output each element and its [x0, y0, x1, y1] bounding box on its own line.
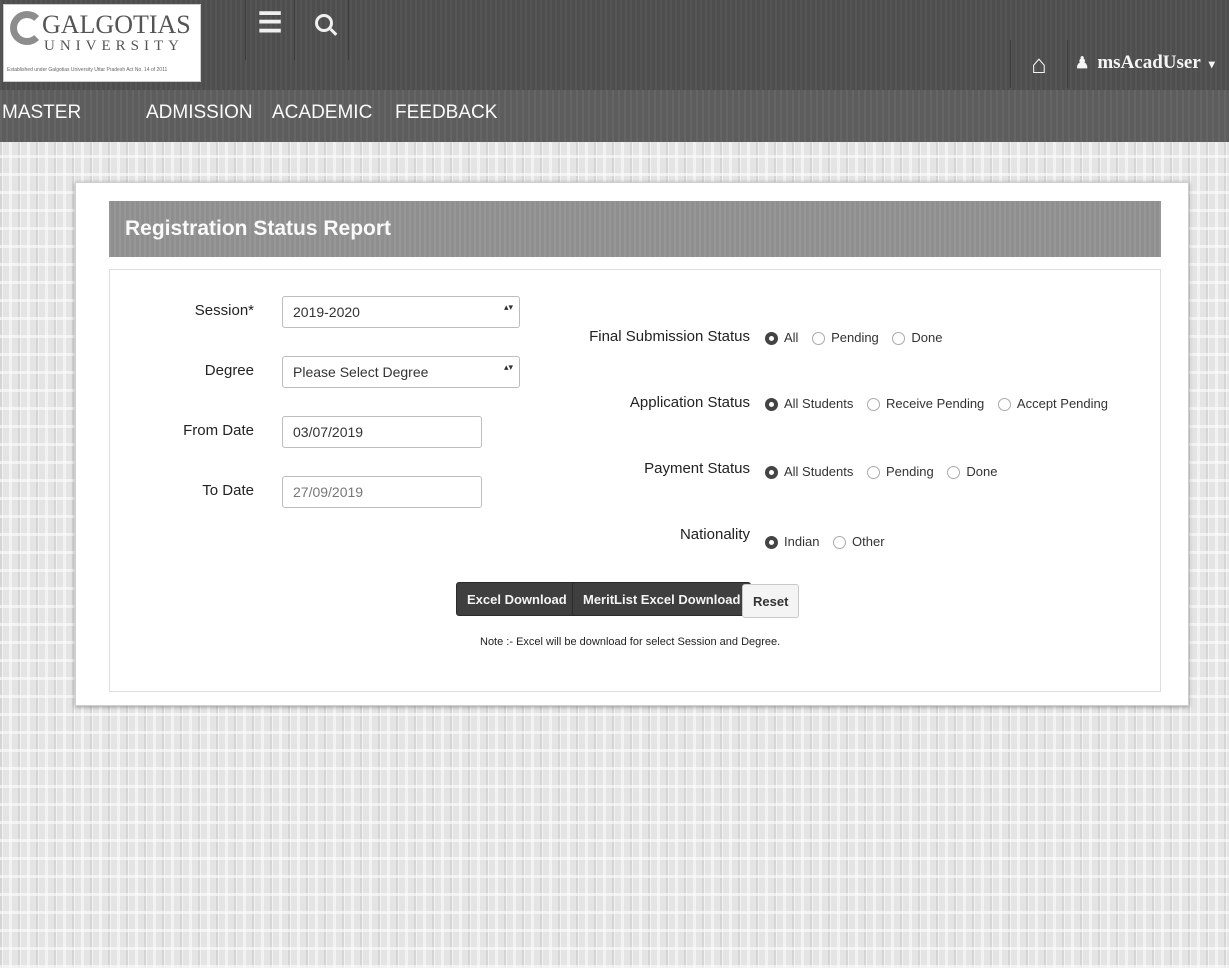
application-status-label: Application Status [629, 394, 750, 411]
user-icon: ♟ [1075, 55, 1090, 72]
final-submission-option-all[interactable]: All [765, 330, 798, 346]
degree-value: Please Select Degree [293, 364, 429, 380]
user-menu[interactable]: ♟ msAcadUser ▾ [1075, 52, 1215, 74]
session-label: Session* [194, 302, 254, 319]
logo-subtitle: UNIVERSITY [44, 38, 184, 54]
to-date-value: 27/09/2019 [293, 484, 364, 500]
payment-status-radios: All Students Pending Done [765, 464, 1007, 480]
home-button[interactable]: ⌂ [1010, 40, 1068, 88]
main-nav: MASTER ADMISSION ACADEMIC FEEDBACK [0, 90, 1229, 142]
final-submission-radios: All Pending Done [765, 330, 953, 346]
payment-status-option-all[interactable]: All Students [765, 464, 853, 480]
radio-checked-icon [765, 536, 778, 550]
radio-checked-icon [765, 466, 778, 480]
radio-icon [867, 466, 880, 480]
final-submission-label: Final Submission Status [589, 328, 750, 345]
panel-header: Registration Status Report [109, 201, 1161, 257]
payment-status-option-pending[interactable]: Pending [867, 464, 934, 480]
caret-down-icon: ▾ [1208, 57, 1215, 71]
application-status-option-accept-pending[interactable]: Accept Pending [997, 396, 1108, 412]
application-status-radios: All Students Receive Pending Accept Pend… [765, 396, 1118, 412]
radio-icon [892, 332, 906, 346]
radio-icon [867, 398, 880, 412]
radio-icon [833, 536, 847, 550]
excel-download-button[interactable]: Excel Download [456, 582, 578, 616]
session-value: 2019-2020 [293, 304, 360, 320]
nationality-label: Nationality [679, 526, 750, 543]
logo-emblem-icon [10, 11, 44, 45]
reset-button[interactable]: Reset [742, 584, 800, 618]
final-submission-option-pending[interactable]: Pending [812, 330, 879, 346]
panel-body: Session* 2019-2020 Degree Please Select … [109, 269, 1161, 692]
search-icon [315, 14, 333, 32]
nationality-radios: Indian Other [765, 534, 895, 550]
nav-item-master[interactable]: MASTER [2, 102, 81, 124]
report-panel: Registration Status Report Session* 2019… [75, 182, 1189, 706]
meritlist-excel-download-button[interactable]: MeritList Excel Download [572, 582, 752, 616]
university-logo[interactable]: GALGOTIAS UNIVERSITY Established under G… [3, 4, 201, 82]
logo-tagline: Established under Galgotias University U… [7, 67, 168, 73]
from-date-value: 03/07/2019 [293, 424, 364, 440]
to-date-input[interactable]: 27/09/2019 [282, 476, 482, 508]
radio-checked-icon [765, 398, 778, 412]
radio-icon [947, 466, 961, 480]
user-name: msAcadUser [1097, 52, 1201, 73]
radio-icon [997, 398, 1011, 412]
download-note: Note :- Excel will be download for selec… [480, 636, 781, 648]
to-date-label: To Date [202, 482, 254, 499]
session-select[interactable]: 2019-2020 [282, 296, 520, 328]
application-status-option-all[interactable]: All Students [765, 396, 853, 412]
nav-item-admission[interactable]: ADMISSION [146, 102, 253, 124]
panel-title: Registration Status Report [125, 217, 392, 240]
search-button[interactable] [300, 0, 349, 60]
payment-status-option-done[interactable]: Done [947, 464, 997, 480]
menu-toggle-button[interactable]: ☰ [245, 0, 295, 60]
hamburger-icon: ☰ [257, 7, 283, 38]
nationality-option-other[interactable]: Other [833, 534, 885, 550]
degree-select[interactable]: Please Select Degree [282, 356, 520, 388]
application-status-option-receive-pending[interactable]: Receive Pending [867, 396, 984, 412]
radio-checked-icon [765, 332, 778, 346]
home-icon: ⌂ [1031, 49, 1047, 79]
nav-item-feedback[interactable]: FEEDBACK [395, 102, 497, 124]
from-date-input[interactable]: 03/07/2019 [282, 416, 482, 448]
from-date-label: From Date [183, 422, 254, 439]
logo-name: GALGOTIAS [42, 10, 191, 39]
nationality-option-indian[interactable]: Indian [765, 534, 819, 550]
degree-label: Degree [204, 362, 254, 379]
final-submission-option-done[interactable]: Done [892, 330, 943, 346]
payment-status-label: Payment Status [644, 460, 750, 477]
radio-icon [812, 332, 826, 346]
nav-item-academic[interactable]: ACADEMIC [272, 102, 372, 124]
top-bar: GALGOTIAS UNIVERSITY Established under G… [0, 0, 1229, 90]
